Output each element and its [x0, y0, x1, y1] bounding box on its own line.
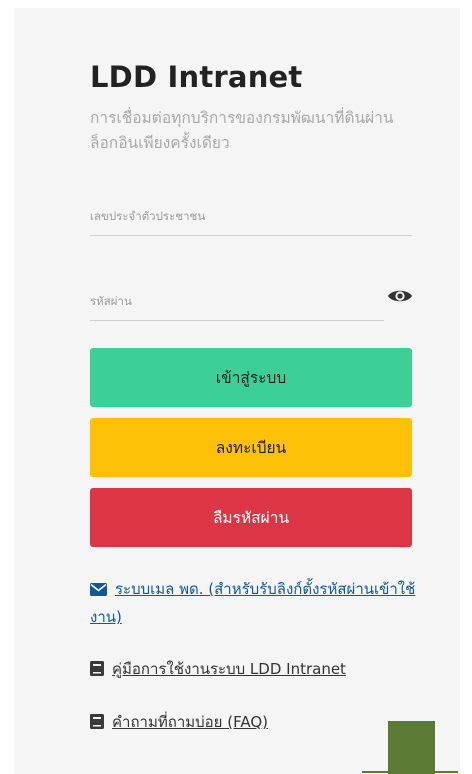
- password-field: [90, 290, 384, 321]
- register-button[interactable]: ลงทะเบียน: [90, 418, 412, 477]
- faq-link[interactable]: คำถามที่ถามบ่อย (FAQ): [90, 709, 268, 737]
- envelope-icon: [90, 578, 107, 604]
- mail-link-label: ระบบเมล พด. (สำหรับรับลิงก์ตั้งรหัสผ่านเ…: [90, 580, 416, 626]
- citizen-id-field: [90, 205, 412, 236]
- faq-link-label: คำถามที่ถามบ่อย (FAQ): [112, 713, 268, 731]
- book-icon: [90, 711, 104, 737]
- book-icon: [90, 658, 104, 684]
- manual-link[interactable]: คู่มือการใช้งานระบบ LDD Intranet: [90, 656, 346, 684]
- eye-icon[interactable]: [387, 286, 413, 306]
- app-subtitle: การเชื่อมต่อทุกบริการของกรมพัฒนาที่ดินผ่…: [90, 109, 394, 152]
- password-input[interactable]: [90, 294, 384, 320]
- manual-link-label: คู่มือการใช้งานระบบ LDD Intranet: [112, 660, 346, 678]
- citizen-id-input[interactable]: [90, 209, 412, 235]
- login-button[interactable]: เข้าสู่ระบบ: [90, 348, 412, 407]
- mail-system-link[interactable]: ระบบเมล พด. (สำหรับรับลิงก์ตั้งรหัสผ่านเ…: [90, 576, 420, 630]
- green-block: [388, 721, 435, 774]
- green-underline: [362, 771, 458, 773]
- app-title: LDD Intranet: [90, 60, 303, 94]
- forgot-password-button[interactable]: ลืมรหัสผ่าน: [90, 488, 412, 547]
